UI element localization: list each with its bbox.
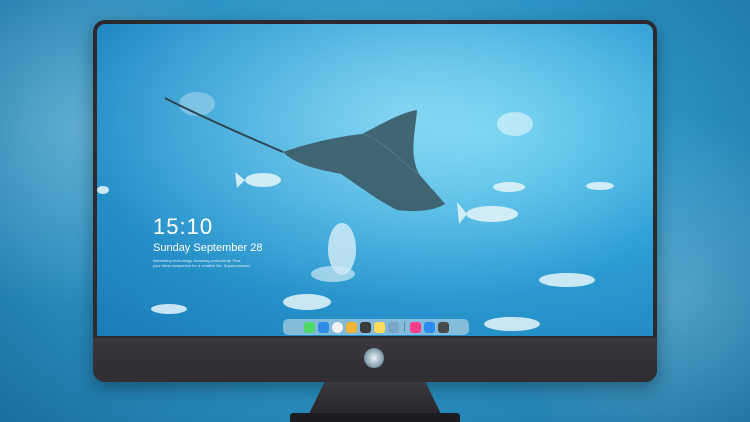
clapper-icon[interactable] — [359, 321, 371, 333]
music-icon[interactable] — [409, 321, 421, 333]
fine-print-line-2: your ideal companion for a creative life… — [153, 263, 250, 268]
monitor-stand-base — [290, 413, 460, 422]
app-store-icon[interactable] — [423, 321, 435, 333]
clock-icon[interactable] — [331, 321, 343, 333]
finder-icon[interactable] — [317, 321, 329, 333]
lock-date: Sunday September 28 — [153, 242, 263, 254]
screen: 15:10 Sunday September 28 Interesting te… — [97, 24, 653, 336]
brand-logo-icon — [364, 348, 384, 368]
preview-icon[interactable] — [387, 321, 399, 333]
notes-icon[interactable] — [373, 321, 385, 333]
monitor-chin — [93, 338, 657, 382]
camera-icon[interactable] — [437, 321, 449, 333]
photos-icon[interactable] — [345, 321, 357, 333]
wallpaper-light — [97, 24, 653, 336]
monitor: 15:10 Sunday September 28 Interesting te… — [93, 20, 657, 382]
lock-time: 15:10 — [153, 214, 214, 239]
dock-separator — [403, 322, 405, 332]
dock — [283, 319, 469, 335]
lock-fine-print: Interesting technology. Amazing producti… — [153, 258, 273, 268]
messages-icon[interactable] — [303, 321, 315, 333]
